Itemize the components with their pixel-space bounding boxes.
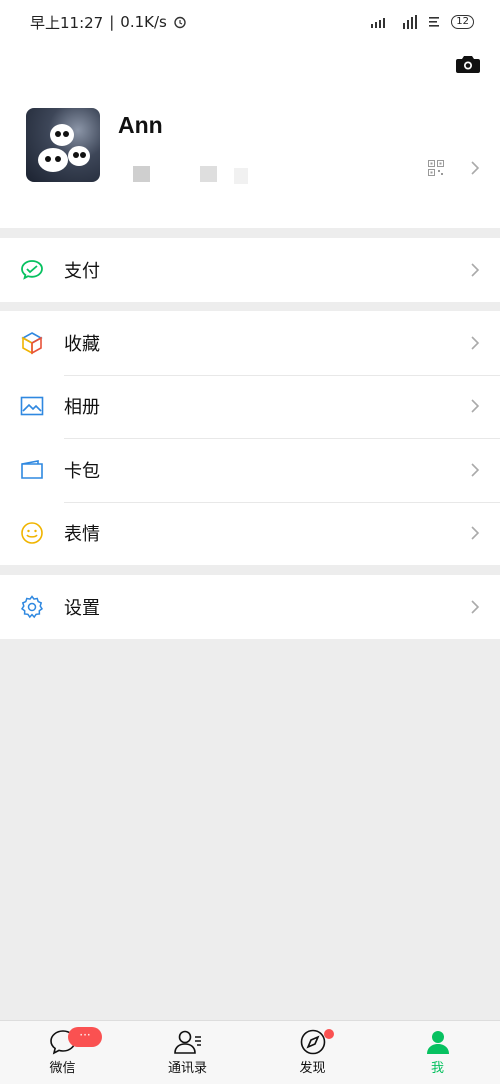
camera-icon[interactable] [456, 54, 480, 74]
status-time: 早上11:27 [30, 13, 104, 32]
tab-label: 微信 [49, 1061, 76, 1076]
tab-label: 我 [430, 1061, 444, 1076]
wechat-pay-icon [20, 258, 44, 282]
avatar[interactable] [26, 108, 100, 182]
menu-group-main: 收藏 相册 卡包 表情 [0, 311, 500, 565]
unread-badge: ··· [68, 1027, 102, 1047]
menu-item-album[interactable]: 相册 [0, 374, 500, 439]
tab-contacts[interactable]: 通讯录 [125, 1021, 250, 1084]
status-divider: | [109, 13, 115, 31]
battery-indicator: 12 [451, 15, 474, 29]
hd-signal-icon [403, 15, 418, 29]
status-bar: 早上11:27 | 0.1K/s 12 [0, 0, 500, 44]
panda-shape [50, 124, 74, 146]
menu-item-pay[interactable]: 支付 [0, 238, 500, 302]
redacted-id-block [234, 168, 248, 184]
panda-shape [38, 148, 68, 172]
menu-item-label: 表情 [64, 524, 100, 546]
menu-group-pay: 支付 [0, 238, 500, 302]
alarm-icon [174, 16, 186, 29]
tab-discover[interactable]: 发现 [250, 1021, 375, 1084]
signal-icon [371, 18, 386, 28]
menu-item-label: 收藏 [64, 333, 100, 355]
chevron-right-icon [471, 263, 480, 277]
tab-me[interactable]: 我 [375, 1021, 500, 1084]
cube-icon [20, 331, 44, 355]
smiley-icon [20, 521, 44, 545]
profile-header[interactable]: Ann [0, 44, 500, 228]
status-network-speed: 0.1K/s [120, 13, 167, 31]
menu-item-label: 相册 [64, 397, 100, 419]
chevron-right-icon[interactable] [470, 160, 480, 176]
me-icon [426, 1031, 449, 1054]
new-content-dot [324, 1029, 334, 1039]
image-icon [20, 394, 44, 418]
redacted-id-block [133, 166, 150, 182]
chevron-right-icon [471, 399, 480, 413]
menu-item-settings[interactable]: 设置 [0, 575, 500, 639]
menu-item-label: 卡包 [64, 460, 100, 482]
compass-icon [300, 1029, 325, 1055]
profile-name: Ann [118, 112, 163, 138]
contacts-icon [173, 1030, 201, 1054]
qr-code-icon[interactable] [428, 160, 444, 176]
menu-group-settings: 设置 [0, 575, 500, 639]
wifi-icon [429, 17, 440, 27]
menu-item-label: 设置 [64, 597, 100, 619]
menu-item-stickers[interactable]: 表情 [0, 501, 500, 566]
tab-chats[interactable]: ··· 微信 [0, 1021, 125, 1084]
bottom-tab-bar: ··· 微信 通讯录 发现 我 [0, 1020, 500, 1084]
card-icon [20, 458, 44, 482]
gear-icon [20, 595, 44, 619]
menu-item-label: 支付 [64, 260, 100, 282]
menu-item-cards[interactable]: 卡包 [0, 438, 500, 502]
tab-label: 通讯录 [167, 1061, 207, 1076]
chevron-right-icon [471, 463, 480, 477]
redacted-id-block [200, 166, 217, 182]
menu-item-favorites[interactable]: 收藏 [0, 311, 500, 375]
panda-shape [68, 146, 90, 166]
chevron-right-icon [471, 600, 480, 614]
chevron-right-icon [471, 336, 480, 350]
chevron-right-icon [471, 526, 480, 540]
tab-label: 发现 [299, 1061, 326, 1076]
